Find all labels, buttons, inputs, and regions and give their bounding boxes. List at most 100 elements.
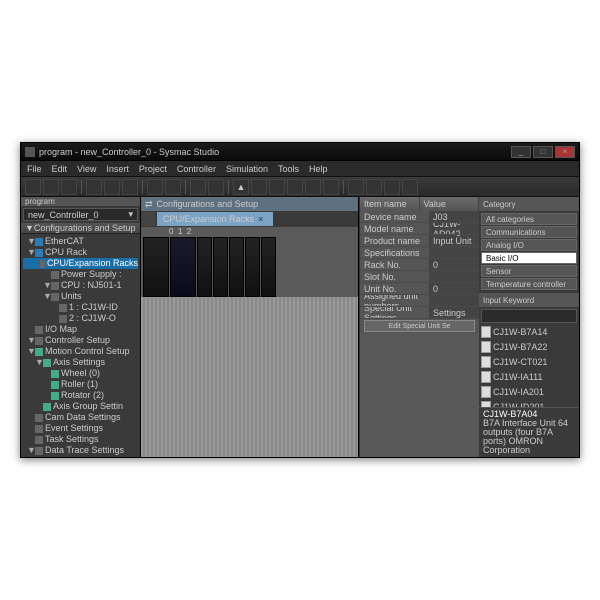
rack-unit-1[interactable]: [213, 237, 228, 297]
copy-icon[interactable]: [104, 179, 120, 195]
keyword-input[interactable]: [481, 309, 577, 323]
menu-bar: File Edit View Insert Project Controller Simul…: [21, 161, 579, 177]
rack-empty-area[interactable]: [141, 297, 358, 457]
category-item[interactable]: Temperature controller: [481, 278, 577, 290]
fb-icon[interactable]: [402, 179, 418, 195]
property-row[interactable]: Unit No.0: [360, 283, 479, 295]
tree-item[interactable]: ▼Controller Setup: [23, 335, 138, 346]
close-tab-icon[interactable]: ×: [258, 214, 263, 224]
tree-item[interactable]: Task Settings: [23, 434, 138, 445]
maximize-button[interactable]: □: [533, 146, 553, 158]
tree-item[interactable]: 2 : CJ1W-O: [23, 313, 138, 324]
tree-item[interactable]: ▼CPU : NJ501-1: [23, 280, 138, 291]
menu-project[interactable]: Project: [139, 164, 167, 174]
coil-icon[interactable]: [384, 179, 400, 195]
tree-item[interactable]: Wheel (0): [23, 368, 138, 379]
run-icon[interactable]: [251, 179, 267, 195]
titlebar[interactable]: program - new_Controller_0 - Sysmac Stud…: [21, 143, 579, 161]
menu-tools[interactable]: Tools: [278, 164, 299, 174]
tree-item[interactable]: Axis Group Settin: [23, 401, 138, 412]
forward-icon[interactable]: [208, 179, 224, 195]
edit-special-unit-button[interactable]: Edit Special Unit Se: [364, 320, 475, 332]
unit-item[interactable]: CJ1W-ID201: [481, 400, 577, 407]
rack-view[interactable]: 0 1 2: [141, 227, 358, 297]
menu-edit[interactable]: Edit: [52, 164, 68, 174]
property-panel: Item nameValue Device nameJ03Model nameC…: [359, 197, 479, 457]
main-window: program - new_Controller_0 - Sysmac Stud…: [20, 142, 580, 458]
property-row[interactable]: Slot No.: [360, 271, 479, 283]
tree-item[interactable]: Roller (1): [23, 379, 138, 390]
property-row[interactable]: Specifications: [360, 247, 479, 259]
unit-item[interactable]: CJ1W-IA111: [481, 370, 577, 384]
rack-power-supply[interactable]: [143, 237, 169, 297]
tree-item[interactable]: Rotator (2): [23, 390, 138, 401]
paste-icon[interactable]: [122, 179, 138, 195]
new-icon[interactable]: [25, 179, 41, 195]
rack-end-cover[interactable]: [261, 237, 276, 297]
tree-item[interactable]: ▼CPU Rack: [23, 247, 138, 258]
unit-item[interactable]: CJ1W-B7A14: [481, 325, 577, 339]
online-icon[interactable]: [269, 179, 285, 195]
menu-simulation[interactable]: Simulation: [226, 164, 268, 174]
tree-item[interactable]: DataTrace0: [23, 456, 138, 457]
save-icon[interactable]: [61, 179, 77, 195]
sync-icon[interactable]: [287, 179, 303, 195]
tree-item[interactable]: CPU/Expansion Racks: [23, 258, 138, 269]
unit-item[interactable]: CJ1W-B7A22: [481, 340, 577, 354]
undo-icon[interactable]: [147, 179, 163, 195]
contact-icon[interactable]: [366, 179, 382, 195]
tree-item[interactable]: Event Settings: [23, 423, 138, 434]
keyword-label: Input Keyword: [479, 293, 579, 307]
tab-icon: [141, 212, 155, 226]
tree-item[interactable]: ▼Units: [23, 291, 138, 302]
menu-file[interactable]: File: [27, 164, 42, 174]
tree-item[interactable]: Power Supply :: [23, 269, 138, 280]
transfer-icon[interactable]: [305, 179, 321, 195]
property-row[interactable]: Assigned unit numbers: [360, 295, 479, 307]
minimize-button[interactable]: _: [511, 146, 531, 158]
property-row[interactable]: Model nameCJ1W-AD042: [360, 223, 479, 235]
menu-help[interactable]: Help: [309, 164, 328, 174]
property-row[interactable]: Rack No.0: [360, 259, 479, 271]
menu-controller[interactable]: Controller: [177, 164, 216, 174]
controller-dropdown[interactable]: new_Controller_0▾: [23, 208, 138, 221]
cut-icon[interactable]: [86, 179, 102, 195]
tree-item[interactable]: ▼Axis Settings: [23, 357, 138, 368]
rack-unit-3[interactable]: [245, 237, 260, 297]
rack-cpu[interactable]: [170, 237, 196, 297]
menu-view[interactable]: View: [77, 164, 96, 174]
open-icon[interactable]: [43, 179, 59, 195]
tree-item[interactable]: ▼Data Trace Settings: [23, 445, 138, 456]
category-item[interactable]: Basic I/O: [481, 252, 577, 264]
tree-item[interactable]: Cam Data Settings: [23, 412, 138, 423]
property-row[interactable]: Special Unit SettingsSettings: [360, 307, 479, 319]
config-section[interactable]: ▼ Configurations and Setup: [21, 223, 140, 234]
redo-icon[interactable]: [165, 179, 181, 195]
build-icon[interactable]: ▲: [233, 179, 249, 195]
explorer-tab[interactable]: program: [21, 197, 140, 206]
category-item[interactable]: Analog I/O: [481, 239, 577, 251]
rack-unit-2[interactable]: [229, 237, 244, 297]
category-item[interactable]: Communications: [481, 226, 577, 238]
tree-item[interactable]: I/O Map: [23, 324, 138, 335]
unit-item[interactable]: CJ1W-IA201: [481, 385, 577, 399]
rung-icon[interactable]: [348, 179, 364, 195]
breadcrumb: ⇄Configurations and Setup: [141, 197, 358, 211]
tab-cpu-racks[interactable]: CPU/Expansion Racks×: [157, 212, 273, 226]
menu-insert[interactable]: Insert: [106, 164, 129, 174]
tree-item[interactable]: ▼EtherCAT: [23, 236, 138, 247]
close-button[interactable]: ×: [555, 146, 575, 158]
back-icon[interactable]: [190, 179, 206, 195]
category-item[interactable]: Sensor: [481, 265, 577, 277]
tree-item[interactable]: ▼Motion Control Setup: [23, 346, 138, 357]
category-item[interactable]: All categories: [481, 213, 577, 225]
monitor-icon[interactable]: [323, 179, 339, 195]
rack-unit-0[interactable]: [197, 237, 212, 297]
window-title: program - new_Controller_0 - Sysmac Stud…: [39, 147, 219, 157]
unit-description: CJ1W-B7A04 B7A Interface Unit 64 outputs…: [479, 407, 579, 457]
property-row[interactable]: Device nameJ03: [360, 211, 479, 223]
property-header: Item nameValue: [360, 197, 479, 211]
tree-item[interactable]: 1 : CJ1W-ID: [23, 302, 138, 313]
property-row[interactable]: Product nameAnalog Input Unit 4...: [360, 235, 479, 247]
unit-item[interactable]: CJ1W-CT021: [481, 355, 577, 369]
